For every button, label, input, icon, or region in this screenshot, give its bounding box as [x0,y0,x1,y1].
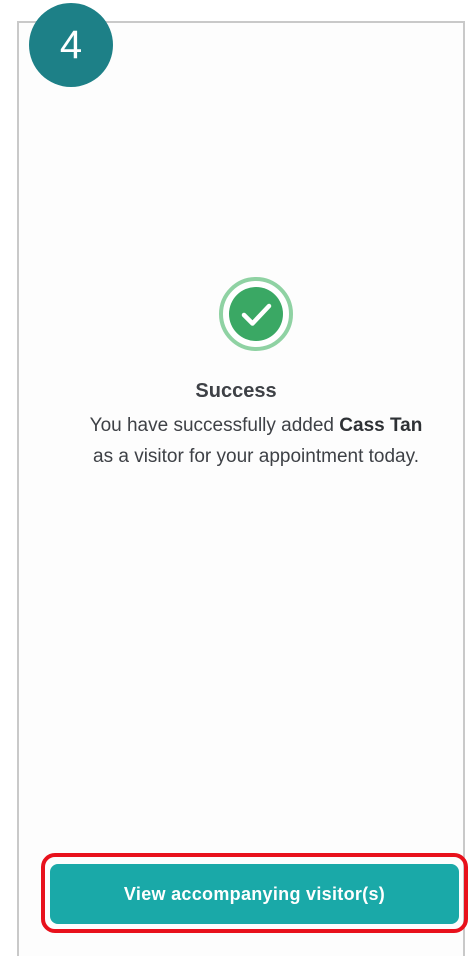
check-circle-icon [219,277,293,351]
phone-screen [17,21,465,956]
success-message-suffix: as a visitor for your appointment today. [93,446,419,467]
success-message-prefix: You have successfully added [89,415,334,436]
visitor-name: Cass Tan [339,415,423,436]
step-number-badge: 4 [29,3,113,87]
view-accompanying-visitors-button[interactable]: View accompanying visitor(s) [50,864,459,924]
success-title: Success [195,380,277,402]
success-message: You have successfully added Cass Tan as … [86,410,426,472]
